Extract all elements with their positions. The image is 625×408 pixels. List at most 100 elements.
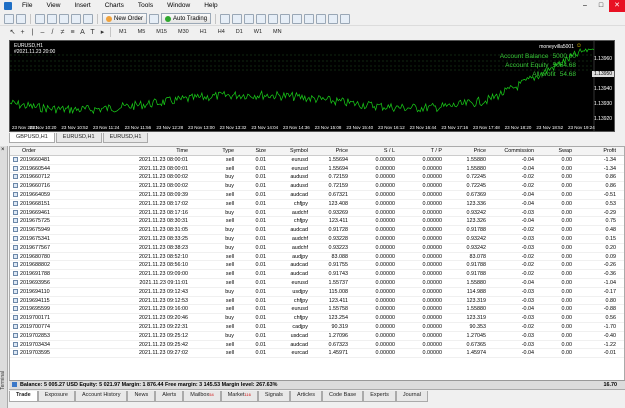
maximize-button[interactable]: □ xyxy=(593,0,609,12)
bar-chart-icon[interactable] xyxy=(220,13,231,24)
header-size[interactable]: Size xyxy=(238,147,267,156)
header-price[interactable]: Price xyxy=(310,147,348,156)
timeframe-m15[interactable]: M15 xyxy=(151,29,172,35)
header-swap[interactable]: Swap xyxy=(538,147,573,156)
table-row[interactable]: 2019668151 2021.11.23 08:17:02 sell 0.01 chf… xyxy=(10,200,624,209)
timeframe-m5[interactable]: M5 xyxy=(133,29,151,35)
timeframe-w1[interactable]: W1 xyxy=(249,29,267,35)
table-row[interactable]: 2019675341 2021.11.23 08:33:25 buy 0.01 audc… xyxy=(10,235,624,244)
terminal-icon[interactable] xyxy=(71,13,81,24)
table-row[interactable]: 2019695599 2021.11.23 09:16:00 sell 0.01 eur… xyxy=(10,305,624,315)
chart-shift-icon[interactable] xyxy=(304,13,315,24)
trendline-icon[interactable]: / xyxy=(48,29,57,36)
channel-icon[interactable]: ≠ xyxy=(58,29,67,36)
minimize-button[interactable]: – xyxy=(577,0,593,12)
header-take-profit[interactable]: T / P xyxy=(400,147,442,156)
zoom-in-icon[interactable] xyxy=(256,13,267,24)
table-row[interactable]: 2019677567 2021.11.23 08:38:23 buy 0.01 audc… xyxy=(10,244,624,253)
periods-icon[interactable] xyxy=(328,13,339,24)
table-row[interactable]: 2019660481 2021.11.23 08:00:01 sell 0.01 eur… xyxy=(10,156,624,165)
price-chart[interactable]: EURUSD,H1 #2021.11.23 20:00 moneyvilla50… xyxy=(9,40,615,132)
autoscroll-icon[interactable] xyxy=(292,13,303,24)
zoom-out-icon[interactable] xyxy=(268,13,279,24)
line-chart-icon[interactable] xyxy=(244,13,255,24)
fibonacci-icon[interactable]: ≡ xyxy=(68,29,77,36)
chart-tab-eurusd[interactable]: EURUSD,H1 xyxy=(55,133,102,143)
timeframe-m30[interactable]: M30 xyxy=(173,29,194,35)
menu-help[interactable]: Help xyxy=(197,0,224,12)
chart-tab-eurusd-2[interactable]: EURUSD,H1 xyxy=(102,133,149,143)
cursor-icon[interactable]: ↖ xyxy=(8,28,17,36)
table-row[interactable]: 2019700774 2021.11.23 09:22:31 sell 0.01 cad… xyxy=(10,323,624,332)
indicators-icon[interactable] xyxy=(316,13,327,24)
table-row[interactable]: 2019694110 2021.11.23 09:12:43 buy 0.01 usdj… xyxy=(10,288,624,297)
tab-experts[interactable]: Experts xyxy=(363,391,396,402)
data-window-icon[interactable] xyxy=(47,13,57,24)
header-current-price[interactable]: Price xyxy=(442,147,486,156)
close-terminal-icon[interactable]: × xyxy=(1,147,5,153)
header-order[interactable]: Order xyxy=(22,147,36,156)
table-row[interactable]: 2019702853 2021.11.23 09:25:12 buy 0.01 usdc… xyxy=(10,332,624,341)
new-chart-icon[interactable] xyxy=(4,13,14,24)
table-row[interactable]: 2019694115 2021.11.23 09:12:53 sell 0.01 chf… xyxy=(10,297,624,306)
table-row[interactable]: 2019688802 2021.11.23 08:56:10 sell 0.01 aud… xyxy=(10,261,624,271)
header-symbol[interactable]: Symbol xyxy=(268,147,308,156)
header-stop-loss[interactable]: S / L xyxy=(355,147,395,156)
chart-tab-gbpusd[interactable]: GBPUSD,H1 xyxy=(9,133,55,143)
table-row[interactable]: 2019693956 2021.11.23 09:11:01 sell 0.01 eur… xyxy=(10,279,624,288)
tab-account-history[interactable]: Account History xyxy=(74,391,128,402)
menu-window[interactable]: Window xyxy=(160,0,197,12)
menu-charts[interactable]: Charts xyxy=(98,0,131,12)
table-row[interactable]: 2019700171 2021.11.23 09:20:46 buy 0.01 chfj… xyxy=(10,314,624,323)
header-time[interactable]: Time xyxy=(110,147,188,156)
table-row[interactable]: 2019660716 2021.11.23 08:00:02 buy 0.01 audu… xyxy=(10,182,624,191)
table-row[interactable]: 2019660544 2021.11.23 08:00:01 sell 0.01 eur… xyxy=(10,165,624,174)
profiles-icon[interactable] xyxy=(16,13,26,24)
templates-icon[interactable] xyxy=(340,13,351,24)
table-row[interactable]: 2019703434 2021.11.23 09:25:42 sell 0.01 aud… xyxy=(10,341,624,350)
arrow-tool-icon[interactable]: ▸ xyxy=(98,28,107,36)
table-row[interactable]: 2019675949 2021.11.23 08:31:05 buy 0.01 audc… xyxy=(10,226,624,235)
tab-news[interactable]: News xyxy=(127,391,156,402)
tab-mailbox[interactable]: Mailbox54 xyxy=(183,391,221,402)
table-row[interactable]: 2019703595 2021.11.23 09:27:02 sell 0.01 eur… xyxy=(10,349,624,359)
tab-market[interactable]: Market116 xyxy=(220,391,258,402)
menu-tools[interactable]: Tools xyxy=(131,0,160,12)
timeframe-mn[interactable]: MN xyxy=(268,29,287,35)
timeframe-m1[interactable]: M1 xyxy=(114,29,132,35)
timeframe-d1[interactable]: D1 xyxy=(231,29,248,35)
navigator-icon[interactable] xyxy=(59,13,69,24)
tab-signals[interactable]: Signals xyxy=(257,391,290,402)
table-row[interactable]: 2019664059 2021.11.23 08:09:39 sell 0.01 aud… xyxy=(10,191,624,200)
tile-windows-icon[interactable] xyxy=(280,13,291,24)
table-row[interactable]: 2019660712 2021.11.23 08:00:02 buy 0.01 audu… xyxy=(10,173,624,183)
timeframe-h1[interactable]: H1 xyxy=(195,29,212,35)
candlestick-icon[interactable] xyxy=(232,13,243,24)
market-watch-icon[interactable] xyxy=(35,13,45,24)
metaeditor-icon[interactable] xyxy=(149,13,160,24)
menu-file[interactable]: File xyxy=(15,0,39,12)
close-button[interactable]: ✕ xyxy=(609,0,625,12)
tab-code-base[interactable]: Code Base xyxy=(321,391,364,402)
table-row[interactable]: 2019680780 2021.11.23 08:52:10 sell 0.01 aud… xyxy=(10,253,624,262)
horizontal-line-icon[interactable]: – xyxy=(38,29,47,36)
tab-exposure[interactable]: Exposure xyxy=(37,391,75,402)
tab-journal[interactable]: Journal xyxy=(395,391,428,402)
tab-alerts[interactable]: Alerts xyxy=(155,391,184,402)
table-row[interactable]: 2019675725 2021.11.23 08:30:31 sell 0.01 chf… xyxy=(10,217,624,227)
timeframe-h4[interactable]: H4 xyxy=(213,29,230,35)
tester-icon[interactable] xyxy=(83,13,93,24)
menu-view[interactable]: View xyxy=(39,0,67,12)
table-row[interactable]: 2019669461 2021.11.23 08:17:16 buy 0.01 audc… xyxy=(10,209,624,218)
header-commission[interactable]: Commission xyxy=(494,147,534,156)
tab-trade[interactable]: Trade xyxy=(9,391,38,402)
text-tool-icon[interactable]: A xyxy=(78,29,87,36)
header-type[interactable]: Type xyxy=(190,147,234,156)
table-row[interactable]: 2019691788 2021.11.23 09:09:00 sell 0.01 aud… xyxy=(10,270,624,279)
label-tool-icon[interactable]: T xyxy=(88,29,97,36)
menu-insert[interactable]: Insert xyxy=(67,0,97,12)
tab-articles[interactable]: Articles xyxy=(289,391,322,402)
crosshair-icon[interactable]: + xyxy=(18,29,27,36)
vertical-line-icon[interactable]: | xyxy=(28,29,37,36)
header-profit[interactable]: Profit xyxy=(578,147,616,156)
